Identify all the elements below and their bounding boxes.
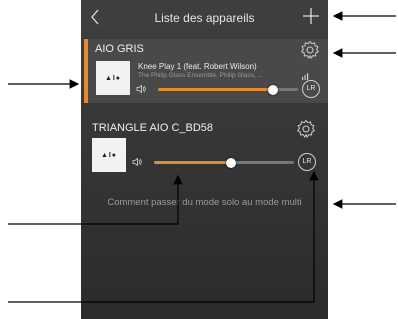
arrow-to-volume	[8, 174, 183, 225]
arrow-to-lr	[8, 170, 319, 303]
annotation-arrows	[8, 11, 396, 303]
